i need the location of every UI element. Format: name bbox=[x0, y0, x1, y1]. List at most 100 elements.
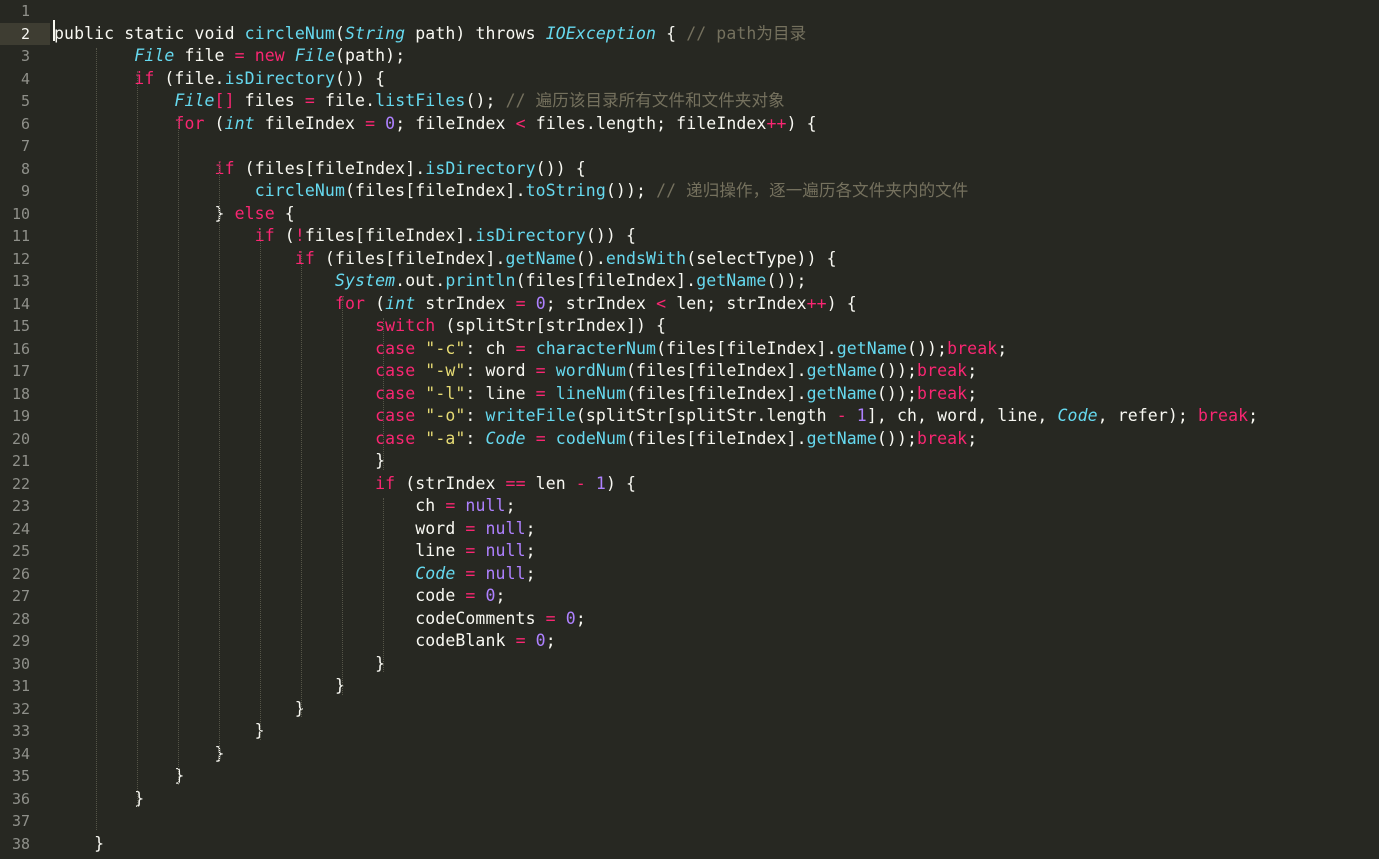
code-line[interactable]: 23 ch = null; bbox=[0, 495, 1379, 518]
code-line[interactable]: 24 word = null; bbox=[0, 518, 1379, 541]
code-token: codeBlank bbox=[54, 631, 516, 650]
code-line[interactable]: 38 } bbox=[0, 833, 1379, 856]
code-text: ch = null; bbox=[54, 495, 516, 518]
line-number: 25 bbox=[11, 542, 30, 560]
code-token: // 遍历该目录所有文件和文件夹对象 bbox=[505, 91, 785, 110]
code-token: null bbox=[485, 541, 526, 560]
code-line[interactable]: 3 File file = new File(path); bbox=[0, 45, 1379, 68]
code-token: new bbox=[254, 46, 285, 65]
code-token: } bbox=[54, 788, 145, 808]
code-line[interactable]: 21 } bbox=[0, 450, 1379, 473]
code-token: : bbox=[465, 406, 486, 425]
code-token: for bbox=[334, 293, 366, 313]
code-line[interactable]: 35 } bbox=[0, 765, 1379, 788]
code-line[interactable]: 17 case "-w": word = wordNum(files[fileI… bbox=[0, 360, 1379, 383]
line-number: 38 bbox=[11, 834, 30, 853]
code-text: switch (splitStr[strIndex]) { bbox=[54, 315, 666, 338]
code-line[interactable]: 7 bbox=[0, 135, 1379, 158]
code-line[interactable]: 34 } bbox=[0, 743, 1379, 766]
code-token: public static void bbox=[54, 23, 245, 43]
code-token: File bbox=[174, 91, 215, 110]
indent-guide bbox=[178, 115, 179, 785]
code-line[interactable]: 14 for (int strIndex = 0; strIndex < len… bbox=[0, 293, 1379, 316]
code-line[interactable]: 4 if (file.isDirectory()) { bbox=[0, 68, 1379, 91]
code-token: 0 bbox=[535, 293, 546, 313]
code-token: : bbox=[465, 428, 486, 448]
code-line[interactable]: 5 File[] files = file.listFiles(); // 遍历… bbox=[0, 90, 1379, 113]
code-line[interactable]: 6 for (int fileIndex = 0; fileIndex < fi… bbox=[0, 113, 1379, 136]
line-number: 15 bbox=[11, 317, 30, 335]
code-token: null bbox=[465, 496, 506, 515]
code-token: [] bbox=[214, 91, 235, 110]
code-line[interactable]: 30 } bbox=[0, 653, 1379, 676]
code-token: ()) { bbox=[334, 68, 386, 88]
code-line[interactable]: 8 if (files[fileIndex].isDirectory()) { bbox=[0, 158, 1379, 181]
code-line[interactable]: 26 Code = null; bbox=[0, 563, 1379, 586]
code-line[interactable]: 11 if (!files[fileIndex].isDirectory()) … bbox=[0, 225, 1379, 248]
code-token: ( bbox=[365, 293, 386, 313]
code-token: if bbox=[254, 226, 275, 245]
code-text: if (file.isDirectory()) { bbox=[54, 68, 385, 91]
code-line[interactable]: 10 } else { bbox=[0, 203, 1379, 226]
code-token: codeComments bbox=[54, 608, 546, 628]
line-number: 18 bbox=[11, 384, 30, 403]
indent-guide bbox=[96, 48, 97, 830]
code-line[interactable]: 29 codeBlank = 0; bbox=[0, 630, 1379, 653]
code-token: ()); bbox=[876, 428, 918, 448]
code-line[interactable]: 16 case "-c": ch = characterNum(files[fi… bbox=[0, 338, 1379, 361]
code-line[interactable]: 13 System.out.println(files[fileIndex].g… bbox=[0, 270, 1379, 293]
code-token: = bbox=[445, 496, 456, 515]
code-token: = bbox=[545, 608, 556, 628]
code-line[interactable]: 22 if (strIndex == len - 1) { bbox=[0, 473, 1379, 496]
code-line[interactable]: 31 } bbox=[0, 675, 1379, 698]
code-token: "-w" bbox=[425, 361, 466, 380]
line-number: 21 bbox=[11, 452, 30, 470]
code-line[interactable]: 25 line = null; bbox=[0, 540, 1379, 563]
line-number: 36 bbox=[11, 789, 30, 808]
line-number: 26 bbox=[11, 564, 30, 583]
code-token: isDirectory bbox=[475, 226, 586, 245]
code-line[interactable]: 28 codeComments = 0; bbox=[0, 608, 1379, 631]
code-token: : ch bbox=[465, 338, 516, 358]
code-token: 1 bbox=[856, 406, 867, 425]
code-line[interactable]: 15 switch (splitStr[strIndex]) { bbox=[0, 315, 1379, 338]
code-token: if bbox=[375, 473, 396, 493]
code-text: case "-a": Code = codeNum(files[fileInde… bbox=[54, 428, 977, 451]
line-number: 37 bbox=[11, 812, 30, 830]
code-token: // path为目录 bbox=[686, 23, 807, 43]
code-token: { bbox=[656, 23, 687, 43]
code-line[interactable]: 20 case "-a": Code = codeNum(files[fileI… bbox=[0, 428, 1379, 451]
code-line[interactable]: 36 } bbox=[0, 788, 1379, 811]
code-line[interactable]: 32 } bbox=[0, 698, 1379, 721]
code-token: (splitStr[splitStr.length bbox=[575, 406, 837, 425]
code-line[interactable]: 37 bbox=[0, 810, 1379, 833]
code-line[interactable]: 19 case "-o": writeFile(splitStr[splitSt… bbox=[0, 405, 1379, 428]
code-token: 1 bbox=[595, 473, 606, 493]
code-token: ; bbox=[575, 608, 586, 628]
code-line[interactable]: 18 case "-l": line = lineNum(files[fileI… bbox=[0, 383, 1379, 406]
code-line[interactable]: 2 public static void circleNum(String pat… bbox=[0, 22, 1379, 45]
code-token: ; bbox=[967, 428, 978, 448]
code-token: (selectType)) { bbox=[686, 248, 837, 268]
code-line[interactable]: 27 code = 0; bbox=[0, 585, 1379, 608]
code-token: ; bbox=[505, 496, 516, 515]
indent-guide bbox=[137, 70, 138, 807]
code-line[interactable]: 12 if (files[fileIndex].getName().endsWi… bbox=[0, 248, 1379, 271]
code-token: 0 bbox=[385, 113, 396, 133]
code-text: codeComments = 0; bbox=[54, 608, 586, 631]
code-token: = bbox=[234, 46, 245, 65]
code-line[interactable]: 1 bbox=[0, 0, 1379, 23]
code-editor[interactable]: 1 2 public static void circleNum(String pa… bbox=[0, 0, 1379, 859]
code-token: = bbox=[535, 428, 546, 448]
code-line[interactable]: 9 circleNum(files[fileIndex].toString())… bbox=[0, 180, 1379, 203]
code-line[interactable]: 33 } bbox=[0, 720, 1379, 743]
code-token: } bbox=[54, 203, 235, 223]
